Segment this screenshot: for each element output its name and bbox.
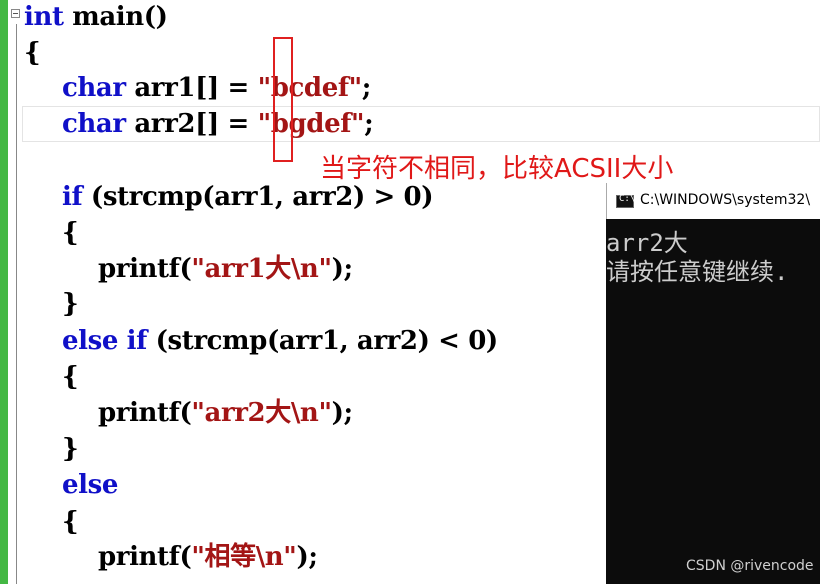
console-title: C:\WINDOWS\system32\ [640, 192, 811, 208]
code-line-5: if (strcmp(arr1, arr2) > 0) [62, 182, 434, 212]
code-line-7: printf("arr1大\n"); [98, 254, 353, 284]
code-line-14: { [62, 507, 79, 537]
code-line-10: { [62, 362, 79, 392]
collapse-icon[interactable] [11, 9, 20, 18]
code-line-9: else if (strcmp(arr1, arr2) < 0) [62, 326, 498, 356]
code-line-2: { [24, 38, 41, 68]
annotation-text: 当字符不相同，比较ACSII大小 [320, 154, 674, 184]
code-line-15: printf("相等\n"); [98, 542, 318, 572]
console-window[interactable]: C:\ C:\WINDOWS\system32\ arr2大 请按任意键继续. [606, 183, 820, 584]
code-line-3: char arr1[] = "bcdef"; [62, 73, 371, 103]
code-line-12: } [62, 434, 79, 464]
console-output-line-2: 请按任意键继续. [606, 258, 789, 286]
fold-guide-line [16, 24, 17, 584]
code-line-11: printf("arr2大\n"); [98, 398, 353, 428]
code-line-1: int main() [24, 2, 168, 32]
cmd-icon: C:\ [616, 194, 635, 208]
code-line-6: { [62, 218, 79, 248]
char-difference-highlight-box [273, 37, 293, 162]
code-line-4: char arr2[] = "bgdef"; [62, 109, 374, 139]
change-indicator-bar [0, 0, 8, 584]
code-line-8: } [62, 289, 79, 319]
console-titlebar[interactable]: C:\ C:\WINDOWS\system32\ [606, 183, 820, 219]
watermark: CSDN @rivencode [686, 558, 814, 574]
code-line-13: else [62, 470, 118, 500]
